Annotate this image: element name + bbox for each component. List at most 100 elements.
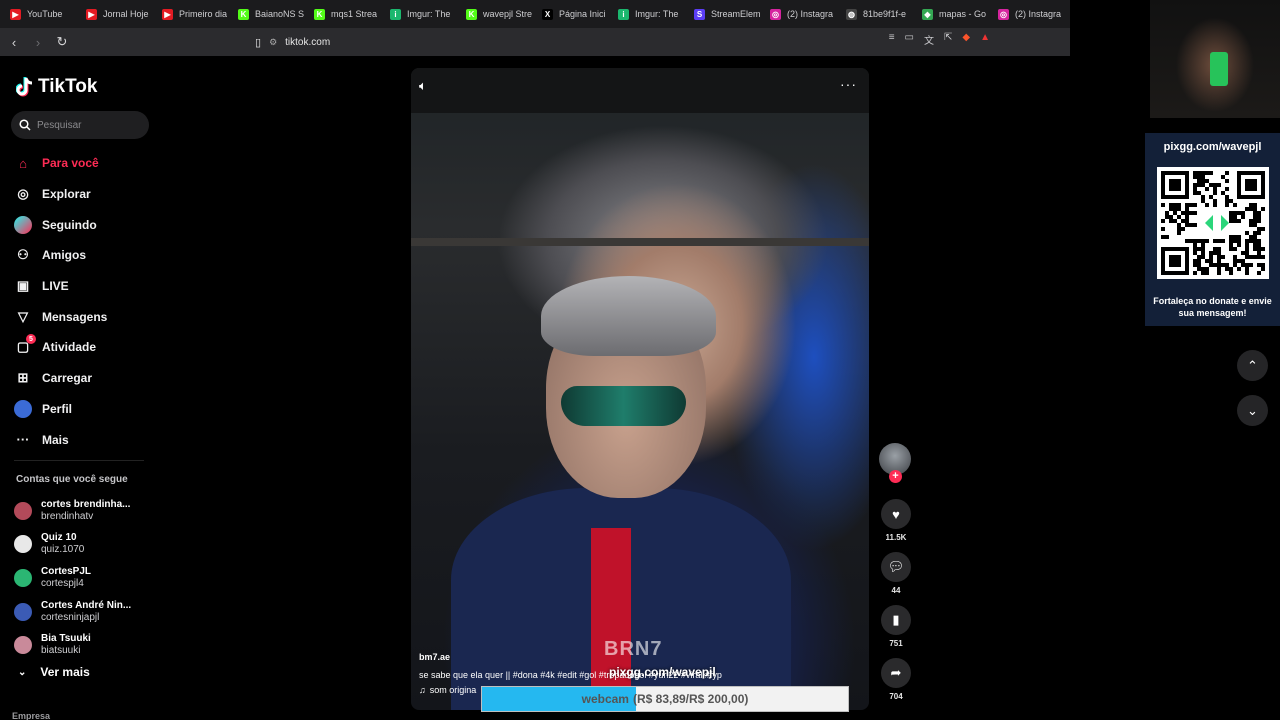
reader-icon[interactable]: ≡ [889,32,895,47]
sidebar-item-atividade[interactable]: ▢ 5 Atividade [14,332,164,363]
save-count: 751 [889,639,903,648]
sidebar-item-explorar[interactable]: ◎ Explorar [14,179,164,210]
browser-tab[interactable]: ▶ Primeiro dia [158,3,234,25]
sidebar-item-seguindo[interactable]: ● Seguindo [14,209,164,240]
account-username: cortesninjapjl [41,611,100,623]
search-input[interactable] [37,119,137,131]
home-icon: ⌂ [14,154,32,172]
tab-favicon-icon: K [238,8,249,20]
browser-tab[interactable]: ◎ (2) Instagra [766,3,842,25]
following-account[interactable]: CortesPJL cortespjl4 [14,561,164,595]
sidebar-item-perfil[interactable]: ● Perfil [14,394,164,425]
reload-icon[interactable]: ↻ [52,32,72,52]
save-action[interactable]: ▮ 751 [879,605,913,648]
address-bar[interactable]: ▯ ⚙ tiktok.com [255,31,995,53]
goal-amount: (R$ 83,89/R$ 200,00) [632,692,749,706]
browser-tab[interactable]: S StreamElem [690,3,766,25]
translate-icon[interactable]: 文 [924,32,934,47]
brave-shield-icon[interactable]: ◆ [962,32,970,47]
webcam-phone [1210,52,1228,86]
browser-tab[interactable]: ▶ Jornal Hoje [82,3,158,25]
see-more-button[interactable]: ⌄ Ver mais [18,665,90,679]
browser-tab[interactable]: ◍ 81be9f1f-e [842,3,918,25]
sidebar-item-live[interactable]: ▣ LIVE [14,271,164,302]
tab-favicon-icon: i [390,8,401,20]
sidebar-item-mensagens[interactable]: ▽ Mensagens [14,301,164,332]
sidebar-item-amigos[interactable]: ⚇ Amigos [14,240,164,271]
music-note-icon: ♫ [419,685,426,695]
tab-title: YouTube [27,9,63,19]
profile-avatar-icon-glyph: ● [19,401,27,416]
comment-action[interactable]: 💬︎ 44 [879,552,913,595]
sound-name: som origina [429,685,477,695]
site-settings-icon[interactable]: ⚙ [269,37,277,48]
screen-icon[interactable]: ▭ [905,32,914,47]
friends-icon-glyph: ⚇ [17,247,29,263]
browser-tab[interactable]: K BaianoNS S [234,3,310,25]
browser-tab[interactable]: ◆ mapas - Go [918,3,994,25]
browser-tab[interactable]: i Imgur: The [386,3,462,25]
sidebar-item-mais[interactable]: ··· Mais [14,424,164,455]
donation-url: pixgg.com/wavepjl [1163,141,1262,153]
like-action[interactable]: ♥ 11.5K [879,499,913,542]
bookmark-icon[interactable]: ▯ [255,36,261,49]
account-display-name: Bia Tsuuki [41,633,91,645]
creator-avatar[interactable]: + [879,443,911,483]
back-icon[interactable]: ‹ [4,32,24,52]
share-action[interactable]: ➦ 704 [879,658,913,701]
tiktok-logo[interactable]: TikTok [16,76,97,98]
more-options-icon[interactable]: ··· [840,76,857,92]
notification-badge: 5 [26,334,36,345]
account-names: cortes brendinha... brendinhatv [41,499,130,523]
following-account[interactable]: Bia Tsuuki biatsuuki [14,628,164,662]
chevron-down-icon: ⌄ [18,666,27,678]
tab-favicon-icon: ▶ [162,8,173,20]
tab-title: Primeiro dia [179,9,228,19]
heart-icon[interactable]: ♥ [881,499,911,529]
search-box[interactable] [11,111,149,139]
next-video-button[interactable]: ⌄ [1237,395,1268,426]
following-account[interactable]: Cortes André Nin... cortesninjapjl [14,595,164,629]
browser-tab[interactable]: Kmqs1 Strea [310,3,386,25]
following-section-title: Contas que você segue [16,474,128,485]
volume-icon[interactable]: 🔈︎ [419,78,427,94]
footer-company-link[interactable]: Empresa [12,711,50,720]
video-author[interactable]: bm7.ae [419,652,450,662]
chevron-down-icon: ⌄ [1247,402,1258,418]
account-names: Cortes André Nin... cortesninjapjl [41,600,131,624]
forward-icon[interactable]: › [28,32,48,52]
sidebar-item-para-voc-[interactable]: ⌂ Para você [14,148,164,179]
previous-video-button[interactable]: ⌃ [1237,350,1268,381]
browser-tab[interactable]: ◎ (2) Instagra [994,3,1070,25]
video-player[interactable]: 🔈︎ ··· BRN7 pixgg.com/wavepjl bm7.ae se … [411,68,869,710]
comment-icon[interactable]: 💬︎ [881,552,911,582]
browser-tab[interactable]: i Imgur: The [614,3,690,25]
following-account[interactable]: cortes brendinha... brendinhatv [14,494,164,528]
brave-rewards-icon[interactable]: ▲ [980,32,990,47]
account-display-name: Cortes André Nin... [41,599,132,611]
upload-icon-glyph: ⊞ [17,370,29,386]
donation-widget: pixgg.com/wavepjl Fortaleça no donate e … [1145,133,1280,326]
share-arrow-icon[interactable]: ➦ [881,658,911,688]
video-sound[interactable]: ♫ som origina [419,685,476,695]
tiktok-sidebar: TikTok ⌂ Para você ◎ Explorar ● Seguindo ⚇ Amig… [0,56,165,720]
url-text[interactable]: tiktok.com [285,37,330,48]
live-icon: ▣ [14,277,32,295]
chevron-up-icon: ⌃ [1247,357,1258,373]
tab-favicon-icon: ▶ [10,8,21,20]
qr-code [1157,167,1269,279]
browser-tab[interactable]: Kwavepjl Stre [462,3,538,25]
tab-title: Imgur: The [407,9,451,19]
browser-tab[interactable]: X Página Inici [538,3,614,25]
browser-toolbar: ‹ › ↻ ▯ ⚙ tiktok.com ≡ ▭ 文 ⇱ ◆ ▲ [0,28,1000,56]
comment-count: 44 [891,586,901,595]
bookmark-icon[interactable]: ▮ [881,605,911,635]
sidebar-item-carregar[interactable]: ⊞ Carregar [14,363,164,394]
following-list: cortes brendinha... brendinhatv Quiz 10 qui… [14,494,164,662]
browser-tab[interactable]: ▶ YouTube [6,3,82,25]
sidebar-item-label: Atividade [42,340,97,355]
following-account[interactable]: Quiz 10 quiz.1070 [14,528,164,562]
share-icon[interactable]: ⇱ [944,32,952,47]
follow-plus-icon[interactable]: + [889,470,902,483]
browser-tab-bar: ▶ YouTube ▶ Jornal Hoje ▶ Primeiro dia K Baiano… [0,0,1070,28]
